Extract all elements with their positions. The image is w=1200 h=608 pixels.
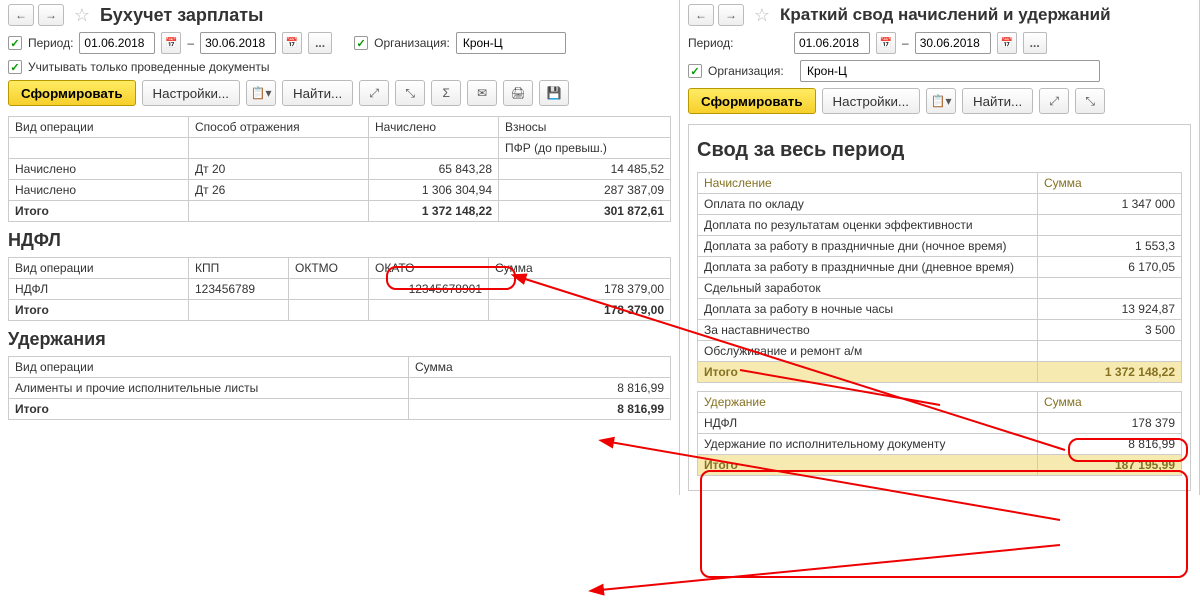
date-to-input[interactable] [200,32,276,54]
page-title: Краткий свод начислений и удержаний [780,5,1111,25]
posted-label: Учитывать только проведенные документы [28,60,270,74]
settings-button[interactable]: Настройки... [142,80,240,106]
table-row: Доплата по результатам оценки эффективно… [698,215,1182,236]
date-from-input[interactable] [794,32,870,54]
nav-fwd-button[interactable]: → [718,4,744,26]
copy-icon[interactable]: 📋▾ [246,80,276,106]
sum-icon[interactable]: Σ [431,80,461,106]
period-label: Период: [688,36,788,50]
total-row: Итого8 816,99 [9,399,671,420]
total-row: Итого187 195,99 [698,455,1182,476]
form-button[interactable]: Сформировать [688,88,816,114]
deductions-summary-table: УдержаниеСумма НДФЛ178 379 Удержание по … [697,391,1182,476]
table-row: Алименты и прочие исполнительные листы8 … [9,378,671,399]
page-title: Бухучет зарплаты [100,5,263,26]
nav-back-button[interactable]: ← [8,4,34,26]
star-icon[interactable]: ☆ [752,5,772,25]
collapse-icon[interactable]: ⤡ [1075,88,1105,114]
collapse-icon[interactable]: ⤡ [395,80,425,106]
org-input[interactable] [800,60,1100,82]
date-to-input[interactable] [915,32,991,54]
find-button[interactable]: Найти... [962,88,1033,114]
col-header: Начислено [369,117,499,138]
posted-checkbox[interactable] [8,60,22,74]
col-header: Вид операции [9,117,189,138]
org-input[interactable] [456,32,566,54]
table-row: НачисленоДт 261 306 304,94287 387,09 [9,180,671,201]
accruals-table: Вид операции Способ отражения Начислено … [8,116,671,222]
total-row: Итого178 379,00 [9,300,671,321]
print-icon[interactable]: 🖨 [503,80,533,106]
accruals-summary-table: НачислениеСумма Оплата по окладу1 347 00… [697,172,1182,383]
deductions-heading: Удержания [8,329,671,350]
calendar-icon[interactable]: 📅 [876,32,896,54]
expand-icon[interactable]: ⤢ [1039,88,1069,114]
email-icon[interactable]: ✉ [467,80,497,106]
col-header: Способ отражения [189,117,369,138]
table-row: Оплата по окладу1 347 000 [698,194,1182,215]
period-picker-button[interactable]: ... [1023,32,1047,54]
col-subheader: ПФР (до превыш.) [499,138,671,159]
date-from-input[interactable] [79,32,155,54]
table-row: Доплата за работу в праздничные дни (дне… [698,257,1182,278]
ndfl-heading: НДФЛ [8,230,671,251]
table-row: НачисленоДт 2065 843,2814 485,52 [9,159,671,180]
table-row: Доплата за работу в ночные часы13 924,87 [698,299,1182,320]
form-button[interactable]: Сформировать [8,80,136,106]
table-row: Доплата за работу в праздничные дни (ноч… [698,236,1182,257]
org-checkbox[interactable] [688,64,702,78]
calendar-icon[interactable]: 📅 [997,32,1017,54]
save-icon[interactable]: 💾 [539,80,569,106]
total-row: Итого1 372 148,22 [698,362,1182,383]
settings-button[interactable]: Настройки... [822,88,920,114]
org-label: Организация: [374,36,450,50]
deductions-table: Вид операцииСумма Алименты и прочие испо… [8,356,671,420]
table-row: Сдельный заработок [698,278,1182,299]
summary-heading: Свод за весь период [697,139,1182,162]
table-row: НДФЛ178 379 [698,413,1182,434]
table-row: Обслуживание и ремонт а/м [698,341,1182,362]
expand-icon[interactable]: ⤢ [359,80,389,106]
calendar-icon[interactable]: 📅 [161,32,181,54]
total-row: Итого1 372 148,22301 872,61 [9,201,671,222]
calendar-icon[interactable]: 📅 [282,32,302,54]
ndfl-table: Вид операции КПП ОКТМО ОКАТО Сумма НДФЛ1… [8,257,671,321]
star-icon[interactable]: ☆ [72,5,92,25]
period-checkbox[interactable] [8,36,22,50]
table-row: Удержание по исполнительному документу8 … [698,434,1182,455]
table-row: НДФЛ12345678912345678901178 379,00 [9,279,671,300]
table-row: За наставничество3 500 [698,320,1182,341]
org-checkbox[interactable] [354,36,368,50]
period-picker-button[interactable]: ... [308,32,332,54]
copy-icon[interactable]: 📋▾ [926,88,956,114]
col-header: Взносы [499,117,671,138]
period-label: Период: [28,36,73,50]
find-button[interactable]: Найти... [282,80,353,106]
org-label: Организация: [708,64,794,78]
nav-back-button[interactable]: ← [688,4,714,26]
nav-fwd-button[interactable]: → [38,4,64,26]
